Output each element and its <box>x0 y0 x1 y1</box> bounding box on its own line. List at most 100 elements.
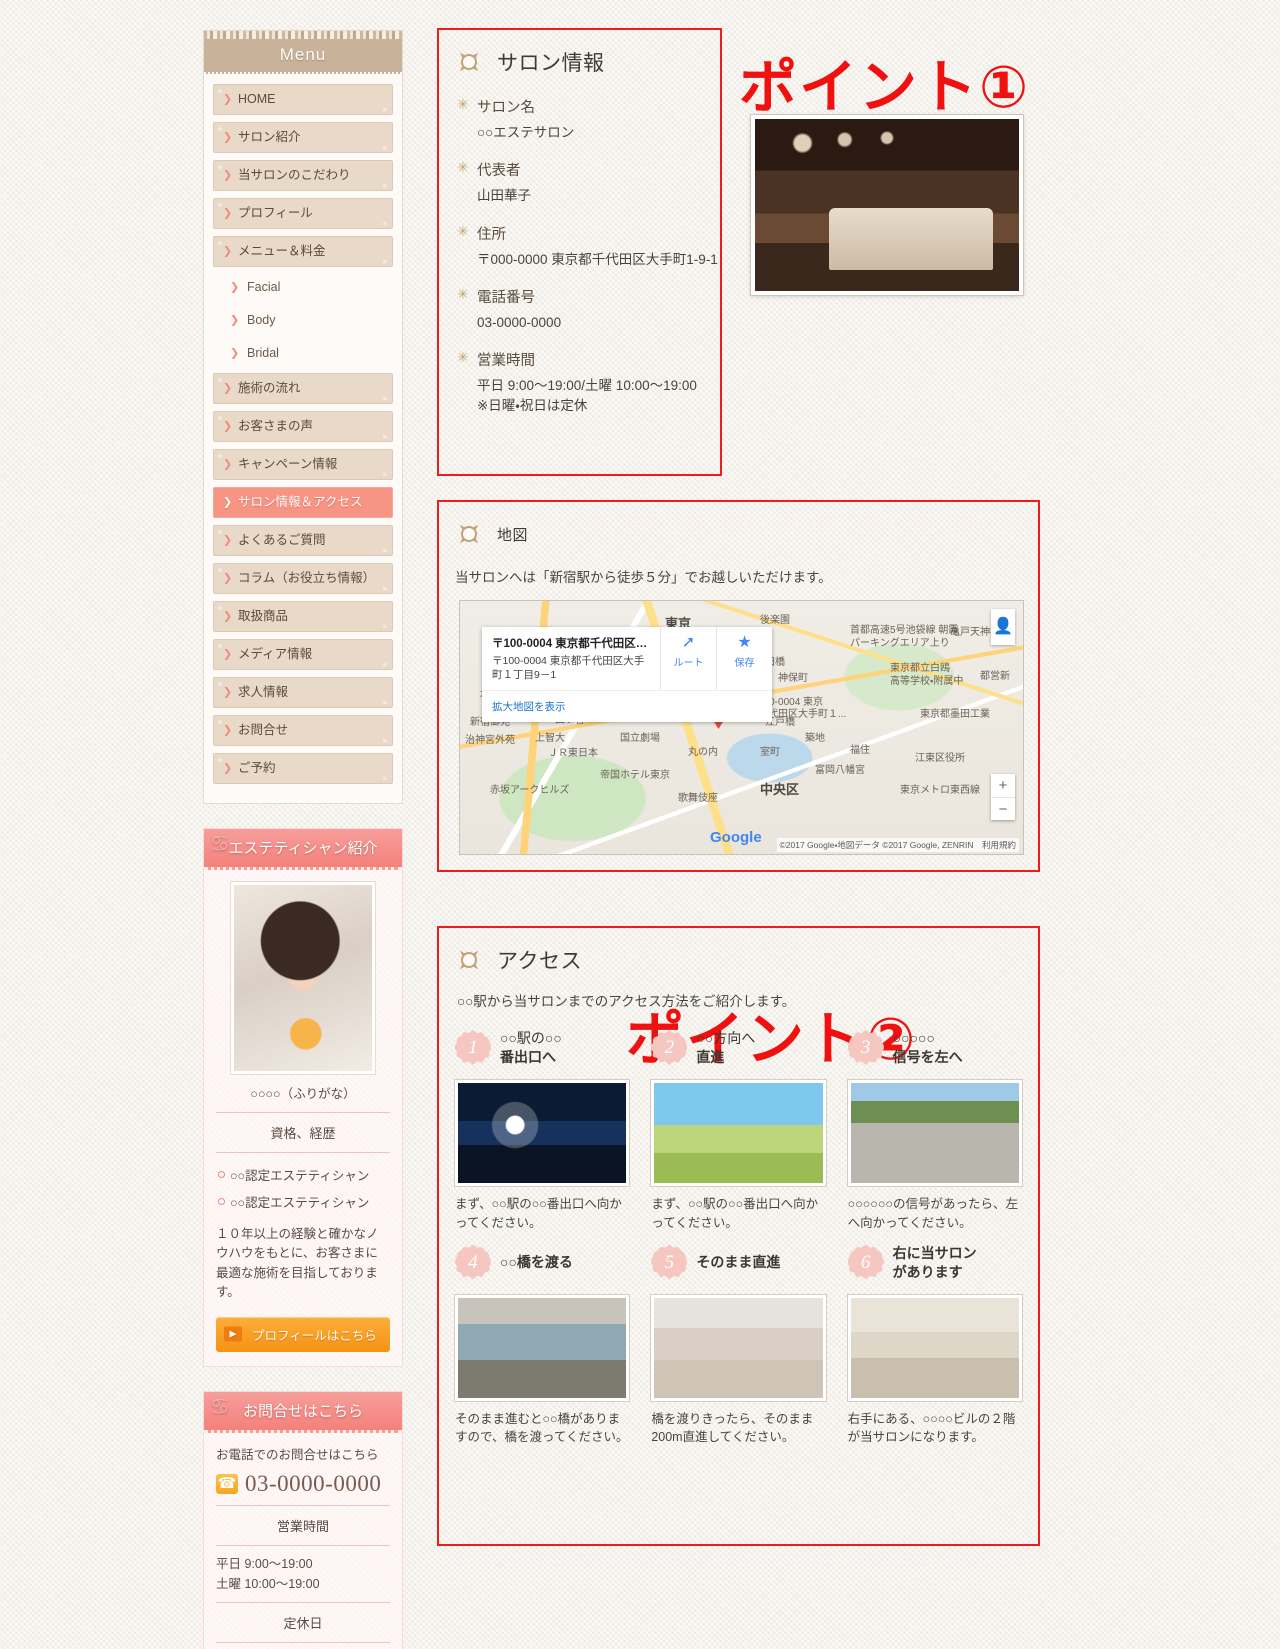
step-title: ○○○○○ 信号を左へ <box>893 1029 963 1067</box>
map-label: ＪＲ東日本 <box>548 748 598 759</box>
sidebar-item-salon-info-access[interactable]: サロン情報＆アクセス <box>213 487 393 518</box>
sidebar-subitem-facial[interactable]: Facial <box>227 274 393 300</box>
sidebar-item-profile[interactable]: プロフィール <box>213 198 393 229</box>
hours-weekday: 平日 9:00〜19:00 <box>216 1556 313 1571</box>
phone-row: 03-0000-0000 <box>216 1471 390 1497</box>
star-icon: ★ <box>737 634 752 651</box>
divider <box>216 1544 390 1546</box>
step-number-flower-icon: 4 <box>455 1244 491 1280</box>
step-title-line2: 信号を左へ <box>892 1049 963 1065</box>
step-title-line1: ○○橋を渡る <box>500 1254 573 1271</box>
map-viewport[interactable]: 東京後楽園首都高速5号池袋線 朝霞パーキングエリア上り亀戸天神社飯田橋神保町東京… <box>459 600 1024 855</box>
step-photo <box>651 1080 826 1186</box>
map-label: 江東区役所 <box>915 753 965 764</box>
salon-info-header: サロン情報 <box>439 30 720 80</box>
telephone-icon <box>216 1473 238 1494</box>
map-label: 赤坂アークヒルズ <box>490 785 570 796</box>
step-number-flower-icon: 6 <box>847 1244 884 1280</box>
lace-decoration-icon <box>204 31 402 39</box>
access-card: アクセス ○○駅から当サロンまでのアクセス方法をご紹介します。 1 ○○駅の○○… <box>437 926 1040 1546</box>
map-attribution: ©2017 Google・地図データ ©2017 Google, ZENRIN … <box>776 838 1019 852</box>
info-label-phone: 電話番号 <box>457 286 720 307</box>
map-zoom-controls[interactable]: + − <box>991 774 1015 820</box>
divider <box>216 1641 390 1643</box>
map-zoom-in-button[interactable]: + <box>991 774 1015 797</box>
map-route-button[interactable]: ➚ ルート <box>660 627 716 691</box>
map-label: 帝国ホテル東京 <box>600 770 670 781</box>
sidebar-item-customer-voice[interactable]: お客さまの声 <box>213 411 393 442</box>
map-label: 国立劇場 <box>620 733 660 744</box>
ornament-diamond-icon <box>451 516 487 552</box>
sidebar-item-products[interactable]: 取扱商品 <box>213 601 393 632</box>
info-value-representative: 山田華子 <box>477 188 531 204</box>
map-label: 都営新 <box>980 671 1010 682</box>
sidebar-subitem-body[interactable]: Body <box>227 307 393 333</box>
map-expand-link[interactable]: 拡大地図を表示 <box>492 701 566 713</box>
step-title: ○○橋を渡る <box>500 1253 573 1272</box>
step-caption: 右手にある、○○○○ビルの２階が当サロンになります。 <box>847 1411 1016 1445</box>
sidebar-item-contact[interactable]: お問合せ <box>213 715 393 746</box>
esthetician-panel-body: ○○○○（ふりがな） 資格、経歴 ○○認定エステティシャン ○○認定エステティシ… <box>204 870 402 1366</box>
map-label: 後楽園 <box>760 615 790 626</box>
step-title: そのまま直進 <box>696 1253 780 1272</box>
info-value-address: 〒000-0000 東京都千代田区大手町1-9-1 <box>477 251 718 267</box>
access-step-3: 3 ○○○○○ 信号を左へ ○○○○○○の信号があったら、左へ向かってください。 <box>847 1026 1022 1233</box>
sidebar-item-media[interactable]: メディア情報 <box>213 639 393 670</box>
step-caption: そのまま進むと○○橋がありますので、橋を渡ってください。 <box>455 1411 629 1445</box>
ornament-diamond-icon <box>451 942 487 978</box>
step-number-flower-icon: 1 <box>455 1030 491 1065</box>
map-zoom-out-button[interactable]: − <box>991 797 1015 820</box>
access-heading: アクセス <box>497 950 582 973</box>
sidebar-subitem-bridal[interactable]: Bridal <box>227 340 393 366</box>
map-info-card-footer: 拡大地図を表示 <box>482 690 772 722</box>
sidebar-item-campaign[interactable]: キャンペーン情報 <box>213 449 393 480</box>
sidebar-item-home[interactable]: HOME <box>213 84 393 115</box>
map-label: 室町 <box>760 747 780 758</box>
menu-box: Menu HOME サロン紹介 当サロンのこだわり プロフィール メニュー＆料金… <box>203 30 403 804</box>
step-header: 1 ○○駅の○○ 番出口へ <box>455 1026 629 1070</box>
pegman-icon[interactable] <box>991 609 1015 645</box>
map-label: 治神宮外苑 <box>465 735 515 746</box>
map-label: 丸の内 <box>688 747 718 758</box>
map-label: 歌舞伎座 <box>678 793 718 804</box>
map-info-card-row: 〒100-0004 東京都千代田区大... 〒100-0004 東京都千代田区大… <box>482 627 772 691</box>
map-label: 福住 <box>850 745 870 756</box>
profile-button[interactable]: プロフィールはこちら <box>216 1316 390 1352</box>
step-title-line1: 右に当サロン <box>892 1244 977 1261</box>
phone-lead: お電話でのお問合せはこちら <box>216 1447 379 1462</box>
step-caption: 橋を渡りきったら、そのまま200m直進してください。 <box>651 1411 814 1445</box>
sidebar-item-column[interactable]: コラム（お役立ち情報） <box>213 563 393 594</box>
sidebar: Menu HOME サロン紹介 当サロンのこだわり プロフィール メニュー＆料金… <box>203 30 403 1649</box>
contact-panel-heading: お問合せはこちら <box>204 1391 402 1433</box>
route-arrow-icon: ➚ <box>681 634 696 651</box>
access-step-4: 4 ○○橋を渡る そのまま進むと○○橋がありますので、橋を渡ってください。 <box>455 1241 630 1448</box>
sidebar-item-treatment-flow[interactable]: 施術の流れ <box>213 373 393 404</box>
sidebar-item-menu-price[interactable]: メニュー＆料金 <box>213 236 393 267</box>
step-caption: まず、○○駅の○○番出口へ向かってください。 <box>651 1197 819 1230</box>
ornament-diamond-icon <box>451 44 487 80</box>
divider <box>216 1112 390 1113</box>
step-number: 5 <box>664 1251 675 1273</box>
contact-panel-body: お電話でのお問合せはこちら 03-0000-0000 営業時間 平日 9:00〜… <box>204 1433 402 1649</box>
info-value-hours: 平日 9:00〜19:00/土曜 10:00〜19:00 ※日曜・祝日は定休 <box>477 378 697 414</box>
page-root: Menu HOME サロン紹介 当サロンのこだわり プロフィール メニュー＆料金… <box>0 0 1280 1649</box>
divider <box>216 1601 390 1603</box>
sidebar-item-recruit[interactable]: 求人情報 <box>213 677 393 708</box>
salon-info-card: サロン情報 サロン名 ○○エステサロン 代表者 山田華子 住所 〒000-000… <box>437 28 1028 476</box>
salon-info-list: サロン名 ○○エステサロン 代表者 山田華子 住所 〒000-0000 東京都千… <box>439 80 720 417</box>
sidebar-item-faq[interactable]: よくあるご質問 <box>213 525 393 556</box>
info-label-representative: 代表者 <box>457 159 720 180</box>
menu-title: Menu <box>204 39 402 74</box>
main-content: サロン情報 サロン名 ○○エステサロン 代表者 山田華子 住所 〒000-000… <box>437 28 1040 1546</box>
credential-item: ○○認定エステティシャン <box>216 1161 390 1188</box>
sidebar-item-reservation[interactable]: ご予約 <box>213 753 393 784</box>
credential-item: ○○認定エステティシャン <box>216 1188 390 1215</box>
sidebar-item-salon-intro[interactable]: サロン紹介 <box>213 122 393 153</box>
map-save-button[interactable]: ★ 保存 <box>716 627 772 691</box>
info-value-salon-name: ○○エステサロン <box>477 125 575 140</box>
sidebar-item-commitment[interactable]: 当サロンのこだわり <box>213 160 393 191</box>
access-step-6: 6 右に当サロン があります 右手にある、○○○○ビルの２階が当サロンになります… <box>847 1241 1022 1448</box>
step-header: 3 ○○○○○ 信号を左へ <box>847 1026 1022 1070</box>
step-header: 5 そのまま直進 <box>651 1241 825 1285</box>
map-label: 上智大 <box>535 733 565 744</box>
